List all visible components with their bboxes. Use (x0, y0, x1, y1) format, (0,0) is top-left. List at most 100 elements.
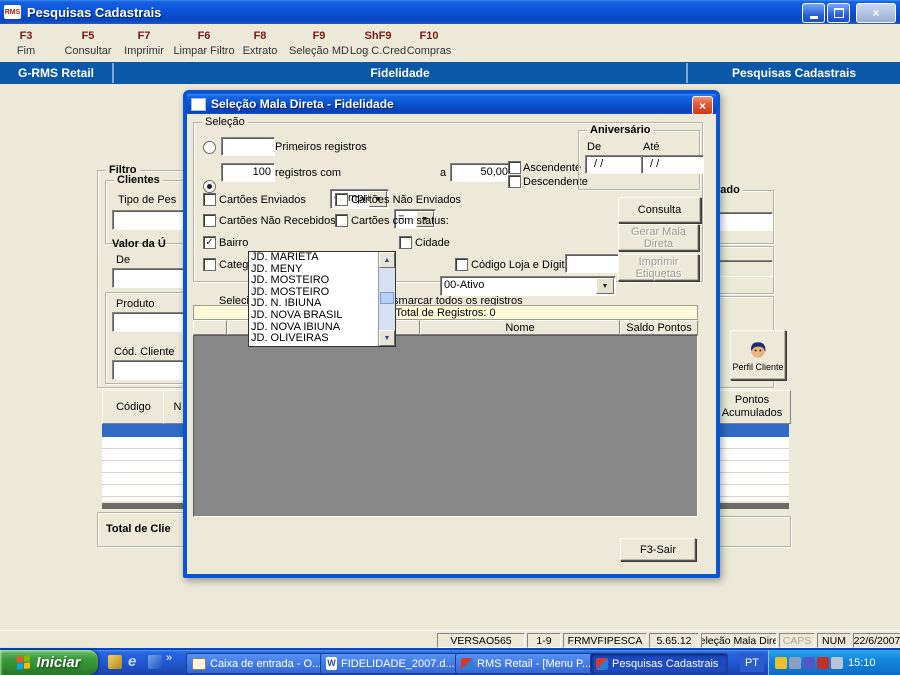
registros-com-radio[interactable] (203, 180, 216, 193)
ascendente-checkbox[interactable] (508, 161, 521, 174)
valor-de-label: De (116, 254, 131, 266)
cidade-checkbox[interactable] (399, 236, 412, 249)
cartoes-com-status-checkbox[interactable] (335, 214, 348, 227)
sair-button[interactable]: F3-Sair (620, 538, 696, 561)
cartoes-nao-recebidos-checkbox[interactable] (203, 214, 216, 227)
total-clientes-label: Total de Clie (106, 523, 171, 535)
desktop-screen: RMS Pesquisas Cadastrais × F3 Fim F5 Consu… (0, 0, 900, 675)
registros-qtd-input[interactable]: 100 (221, 163, 275, 182)
scroll-up-icon[interactable]: ▲ (379, 252, 395, 268)
section-header-bar: G-RMS Retail Fidelidade Pesquisas Cadast… (0, 62, 900, 84)
descendente-checkbox[interactable] (508, 175, 521, 188)
close-button[interactable]: × (856, 3, 896, 23)
menu-item-log-ccred[interactable]: ShF9 Log C.Cred (346, 30, 410, 57)
cartoes-nao-enviados-label: Cartões Não Enviados (351, 194, 462, 206)
categoria-checkbox[interactable] (203, 258, 216, 271)
status-versao: VERSAO565 (437, 633, 525, 648)
aniversario-ate-input[interactable]: / / (641, 155, 704, 174)
header-module: Fidelidade (370, 66, 430, 80)
bairro-checkbox[interactable]: ✓ (203, 236, 216, 249)
dialog-titlebar: Seleção Mala Direta - Fidelidade × (187, 94, 716, 115)
tray-icon-hand[interactable] (775, 656, 787, 669)
status-select[interactable]: 00-Ativo ▼ (440, 276, 616, 296)
gerar-mala-direta-button[interactable]: Gerar Mala Direta (618, 224, 699, 251)
primeiros-registros-input[interactable] (221, 137, 275, 156)
cartoes-nao-enviados-checkbox[interactable] (335, 193, 348, 206)
taskbar-button-word[interactable]: W FIDELIDADE_2007.d... (320, 653, 462, 674)
codigo-loja-checkbox[interactable] (455, 258, 468, 271)
quicklaunch-icon-2[interactable] (148, 655, 162, 669)
results-col-saldo[interactable]: Saldo Pontos (620, 320, 698, 335)
quicklaunch-icon-1[interactable] (108, 655, 122, 669)
dialog-icon (191, 97, 206, 111)
menu-item-imprimir[interactable]: F7 Imprimir (118, 30, 170, 57)
taskbar-button-rms-retail[interactable]: RMS Retail - [Menu P... (455, 653, 597, 674)
grid-selected-row[interactable] (713, 424, 789, 437)
grid-hscrollbar[interactable] (713, 503, 789, 509)
function-menu-bar: F3 Fim F5 Consultar F7 Imprimir F6 Limpar Fi… (0, 24, 900, 63)
header-brand: G-RMS Retail (17, 66, 94, 80)
menu-item-consultar[interactable]: F5 Consultar (56, 30, 120, 57)
list-scrollbar[interactable]: ▲ ▼ (378, 252, 395, 346)
grid-hscrollbar[interactable] (102, 503, 190, 509)
produto-label: Produto (116, 298, 155, 310)
start-button[interactable]: Iniciar (0, 650, 98, 675)
status-bar: VERSAO565 1-9 FRMVFIPESCA 5.65.12 eleção… (0, 630, 900, 649)
menu-item-compras[interactable]: F10 Compras (404, 30, 454, 57)
registros-com-label: registros com (275, 167, 342, 179)
menu-item-extrato[interactable]: F8 Extrato (236, 30, 284, 57)
restore-button[interactable] (827, 3, 850, 23)
perfil-cliente-button[interactable]: Perfil Cliente (730, 330, 786, 380)
word-doc-icon: W (326, 657, 337, 670)
grid-rows[interactable] (713, 437, 789, 501)
aniversario-de-input[interactable]: / / (585, 155, 648, 174)
tray-icon-2[interactable] (803, 656, 815, 669)
cod-cliente-label: Cód. Cliente (114, 346, 175, 358)
rms-icon (596, 657, 608, 670)
main-titlebar: RMS Pesquisas Cadastrais × (0, 0, 900, 24)
dialog-body: Seleção Primeiros registros 100 registro… (187, 114, 708, 566)
results-col-blank[interactable] (193, 320, 227, 335)
codigo-loja-input[interactable] (565, 254, 620, 273)
results-col-nome[interactable]: Nome (420, 320, 620, 335)
selecao-mala-direta-dialog: Seleção Mala Direta - Fidelidade × Seleç… (183, 90, 720, 578)
cartoes-enviados-checkbox[interactable] (203, 193, 216, 206)
menu-item-selecao-md[interactable]: F9 Seleção MD (286, 30, 352, 57)
taskbar-button-outlook[interactable]: Caixa de entrada - O... (186, 653, 326, 674)
menu-item-fim[interactable]: F3 Fim (8, 30, 44, 57)
status-date: 22/6/2007 (853, 633, 900, 648)
scroll-down-icon[interactable]: ▼ (379, 330, 395, 346)
quicklaunch-overflow-chevron[interactable]: » (166, 652, 172, 664)
bairro-dropdown-list: JD. MARIETA JD. MENY JD. MOSTEIRO JD. MO… (248, 251, 396, 347)
valor-ultima-label: Valor da Ú (112, 238, 166, 250)
tray-icon-speaker[interactable] (831, 656, 843, 669)
consulta-button[interactable]: Consulta (618, 197, 701, 223)
scrollbar-thumb[interactable] (380, 292, 394, 304)
minimize-icon (809, 16, 818, 19)
primeiros-registros-radio[interactable] (203, 141, 216, 154)
grid-col-pontos[interactable]: Pontos Acumulados (713, 390, 791, 424)
list-item[interactable]: JD. MARIETA (249, 252, 379, 264)
primeiros-registros-label: Primeiros registros (275, 141, 367, 153)
aniversario-groupbox: Aniversário De Até / / / / (578, 124, 704, 190)
taskbar-button-pesquisas-cadastrais[interactable]: Pesquisas Cadastrais (590, 653, 728, 674)
grid-col-codigo[interactable]: Código (102, 390, 165, 424)
grid-selected-row[interactable] (102, 424, 190, 437)
total-clientes-panel: Total de Clie (97, 512, 187, 547)
grid-rows[interactable] (102, 437, 190, 501)
menu-item-limpar-filtro[interactable]: F6 Limpar Filtro (168, 30, 240, 57)
imprimir-etiquetas-button[interactable]: Imprimir Etiquetas (618, 254, 699, 281)
valor-limite-input[interactable]: 50,00 (450, 163, 512, 182)
language-indicator[interactable]: PT (740, 653, 764, 672)
minimize-button[interactable] (802, 3, 825, 23)
internet-explorer-icon[interactable]: e (128, 653, 136, 670)
list-item[interactable]: JD. NOVA BRASIL (249, 309, 379, 322)
aniversario-label: Aniversário (587, 124, 654, 136)
chevron-down-icon[interactable]: ▼ (596, 278, 614, 294)
tray-icon-3[interactable] (817, 656, 829, 669)
dialog-close-button[interactable]: × (692, 96, 713, 115)
taskbar-clock: 15:10 (848, 656, 876, 669)
tray-icon-1[interactable] (789, 656, 801, 669)
list-item[interactable]: JD. OLIVEIRAS (249, 333, 379, 345)
aniversario-de-label: De (587, 141, 602, 153)
